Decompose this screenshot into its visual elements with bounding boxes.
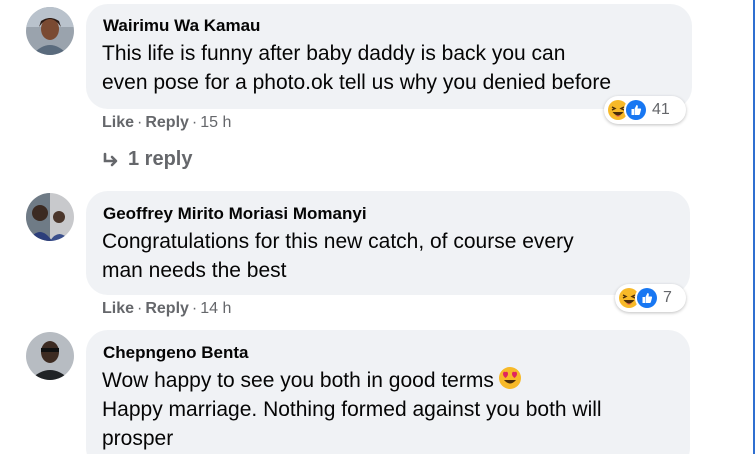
view-replies-link[interactable]: 1 reply xyxy=(102,148,192,171)
comment-text: even pose for a photo.ok tell us why you… xyxy=(102,71,612,94)
reactions-summary[interactable]: 41 xyxy=(604,96,686,124)
comment-author[interactable]: Wairimu Wa Kamau xyxy=(103,16,260,36)
avatar[interactable] xyxy=(26,332,74,380)
comments-panel: Wairimu Wa Kamau This life is funny afte… xyxy=(0,0,755,454)
comment-actions: Like · Reply · 15 h xyxy=(102,114,232,131)
comment-text: Congratulations for this new catch, of c… xyxy=(102,230,574,253)
heart-eyes-emoji xyxy=(498,366,522,398)
comment-author[interactable]: Geoffrey Mirito Moriasi Momanyi xyxy=(103,204,367,224)
comment-author[interactable]: Chepngeno Benta xyxy=(103,343,248,363)
comment-text: This life is funny after baby daddy is b… xyxy=(102,42,566,65)
replies-label: 1 reply xyxy=(128,148,193,170)
avatar[interactable] xyxy=(26,7,74,55)
comment-text: man needs the best xyxy=(102,259,287,282)
reply-button[interactable]: Reply xyxy=(145,300,189,317)
reactions-summary[interactable]: 7 xyxy=(615,284,686,312)
comment-text: Happy marriage. Nothing formed against y… xyxy=(102,398,602,421)
comment-timestamp[interactable]: 14 h xyxy=(200,300,231,317)
reply-button[interactable]: Reply xyxy=(145,114,189,131)
reaction-count: 7 xyxy=(663,289,672,306)
like-button[interactable]: Like xyxy=(102,114,134,131)
like-button[interactable]: Like xyxy=(102,300,134,317)
like-icon xyxy=(635,286,659,310)
reaction-count: 41 xyxy=(652,101,670,118)
reply-arrow-icon xyxy=(103,152,118,167)
comment-text: prosper xyxy=(102,427,174,450)
like-icon xyxy=(624,98,648,122)
comment-timestamp[interactable]: 15 h xyxy=(200,114,231,131)
comment-actions: Like · Reply · 14 h xyxy=(102,300,232,317)
comment-text: Wow happy to see you both in good terms xyxy=(102,366,522,398)
avatar[interactable] xyxy=(26,193,74,241)
